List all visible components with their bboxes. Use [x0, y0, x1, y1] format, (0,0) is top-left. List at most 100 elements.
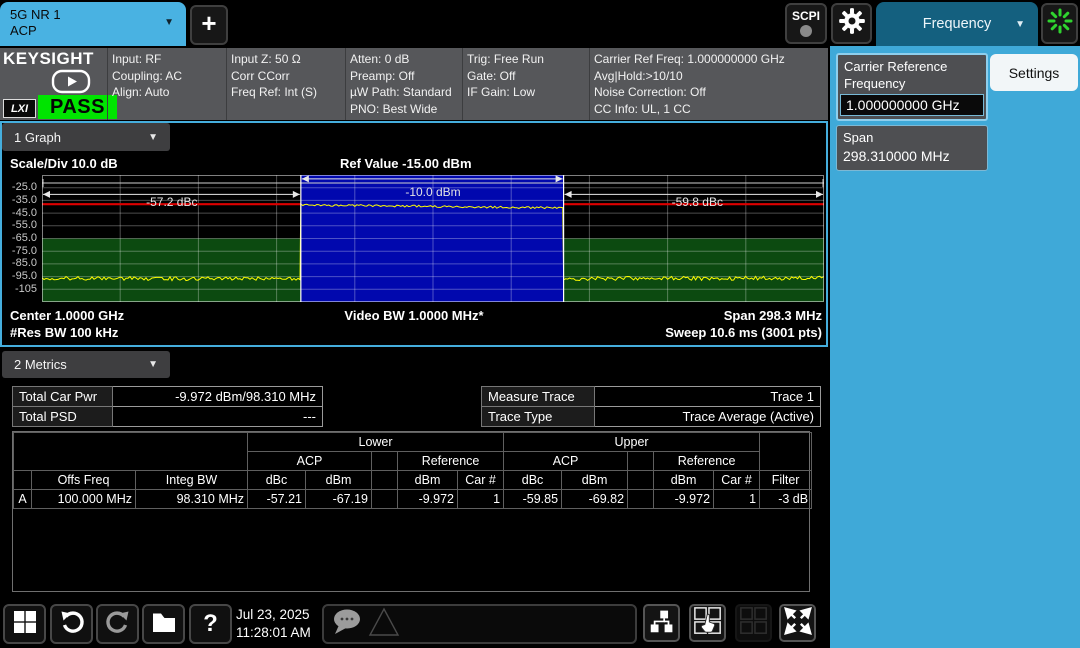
table-row: Total PSD ---	[13, 407, 323, 427]
fullscreen-button[interactable]	[779, 604, 816, 642]
file-open-button[interactable]	[142, 604, 185, 644]
lower-acp-dbm-value: -67.19	[306, 490, 372, 509]
redo-button[interactable]	[96, 604, 139, 644]
col-integ-bw: Integ BW	[136, 471, 248, 490]
metrics-selector-dropdown[interactable]: 2 Metrics ▼	[2, 351, 170, 378]
y-tick-label: -95.0	[12, 270, 37, 283]
status-col-carrier: Carrier Ref Freq: 1.000000000 GHzAvg|Hol…	[594, 51, 785, 117]
integ-bw-value: 98.310 MHz	[136, 490, 248, 509]
col-lower-ref-dbm: dBm	[398, 471, 458, 490]
measure-trace-label: Measure Trace	[482, 387, 595, 407]
status-col-trigger: Trig: Free RunGate: OffIF Gain: Low	[467, 51, 544, 101]
scpi-label: SCPI	[792, 10, 820, 23]
redo-icon	[105, 609, 131, 640]
upper-acp-dbc-value: -59.85	[504, 490, 562, 509]
col-offs-freq: Offs Freq	[32, 471, 136, 490]
windows-logo-icon	[13, 610, 37, 639]
chevron-down-icon: ▼	[1015, 19, 1025, 30]
ref-value-label: Ref Value -15.00 dBm	[340, 156, 472, 171]
col-filter: Filter	[760, 471, 812, 490]
folder-icon	[151, 609, 177, 640]
block-diagram-button[interactable]	[643, 604, 680, 642]
subheader-upper-reference: Reference	[654, 452, 760, 471]
col-upper-ref-car: Car #	[714, 471, 760, 490]
column-divider	[462, 48, 463, 120]
expand-arrows-icon	[783, 606, 813, 641]
trace-type-value: Trace Average (Active)	[595, 407, 821, 427]
window-select-button[interactable]	[689, 604, 726, 642]
busy-spinner-button[interactable]	[1041, 3, 1078, 44]
upper-ref-dbm-value: -9.972	[654, 490, 714, 509]
status-col-atten: Atten: 0 dBPreamp: OffµW Path: StandardP…	[350, 51, 452, 117]
undo-icon	[59, 609, 85, 640]
spectrum-plot[interactable]: -57.2 dBc-10.0 dBm-59.8 dBc	[42, 175, 824, 302]
col-upper-acp-dbc: dBc	[504, 471, 562, 490]
question-mark-icon: ?	[203, 610, 218, 638]
instrument-screen: 5G NR 1 ACP ▼ + SCPI Frequency ▼	[0, 0, 1080, 648]
trace-type-label: Trace Type	[482, 407, 595, 427]
chevron-down-icon: ▼	[148, 359, 158, 370]
col-lower-ref-car: Car #	[458, 471, 504, 490]
upper-ref-car-value: 1	[714, 490, 760, 509]
group-header-lower: Lower	[248, 433, 504, 452]
keysight-logo: KEYSIGHT	[3, 49, 94, 69]
y-tick-label: -65.0	[12, 232, 37, 245]
lower-ref-dbm-value: -9.972	[398, 490, 458, 509]
span-control[interactable]: Span 298.310000 MHz	[836, 125, 988, 171]
measurement-tab[interactable]: 5G NR 1 ACP ▼	[0, 2, 186, 46]
measurement-label: -57.2 dBc	[146, 195, 197, 209]
measurement-label: -10.0 dBm	[405, 185, 460, 199]
measurement-tab-subtitle: ACP	[10, 23, 176, 39]
gear-icon	[838, 7, 866, 40]
subheader-lower-acp: ACP	[248, 452, 372, 471]
total-car-pwr-label: Total Car Pwr	[13, 387, 113, 407]
y-tick-label: -85.0	[12, 257, 37, 270]
status-col-input: Input: RFCoupling: ACAlign: Auto	[112, 51, 182, 101]
column-divider	[226, 48, 227, 120]
alert-triangle-icon	[366, 605, 402, 644]
measure-trace-value: Trace 1	[595, 387, 821, 407]
menu-tab-frequency[interactable]: Frequency ▼	[876, 2, 1038, 46]
power-summary-table: Total Car Pwr -9.972 dBm/98.310 MHz Tota…	[12, 386, 323, 427]
message-bar[interactable]	[322, 604, 637, 644]
total-psd-value: ---	[113, 407, 323, 427]
carrier-ref-freq-value[interactable]: 1.000000000 GHz	[840, 94, 984, 116]
system-status-bar: KEYSIGHT LXI PASS Input: RFCoupling: ACA…	[0, 48, 828, 120]
help-button[interactable]: ?	[189, 604, 232, 644]
spinner-icon	[1046, 7, 1074, 40]
subheader-upper-acp: ACP	[504, 452, 628, 471]
scale-per-div-label: Scale/Div 10.0 dB	[10, 156, 118, 171]
col-lower-acp-dbm: dBm	[306, 471, 372, 490]
scpi-indicator-button[interactable]: SCPI	[785, 3, 827, 44]
grid-icon	[739, 606, 769, 641]
span-label: Span	[837, 126, 987, 148]
add-measurement-button[interactable]: +	[190, 5, 228, 45]
column-divider	[345, 48, 346, 120]
group-header-upper: Upper	[504, 433, 760, 452]
graph-selector-dropdown[interactable]: 1 Graph ▼	[2, 123, 170, 151]
tab-settings[interactable]: Settings	[990, 54, 1078, 91]
carrier-reference-frequency-control[interactable]: Carrier Reference Frequency 1.000000000 …	[836, 53, 988, 121]
lower-ref-car-value: 1	[458, 490, 504, 509]
lower-acp-dbc-value: -57.21	[248, 490, 306, 509]
table-row-groups: Lower Upper	[14, 433, 812, 452]
undo-button[interactable]	[50, 604, 93, 644]
y-tick-label: -35.0	[12, 194, 37, 207]
scpi-status-led	[800, 25, 812, 37]
table-row-columns: Offs Freq Integ BW dBc dBm dBm Car # dBc…	[14, 471, 812, 490]
system-settings-button[interactable]	[831, 3, 872, 44]
y-tick-label: -105	[15, 283, 37, 296]
col-upper-acp-dbm: dBm	[562, 471, 628, 490]
bottom-toolbar: ? Jul 23, 2025 11:28:01 AM	[0, 600, 828, 648]
acp-results-table: Lower Upper ACP Reference ACP Reference …	[13, 432, 812, 509]
chevron-down-icon: ▼	[148, 132, 158, 143]
y-tick-label: -55.0	[12, 219, 37, 232]
col-lower-acp-dbc: dBc	[248, 471, 306, 490]
windows-start-button[interactable]	[3, 604, 46, 644]
table-row: Trace Type Trace Average (Active)	[482, 407, 821, 427]
span-annotation: Span 298.3 MHz	[0, 308, 822, 323]
column-divider	[107, 48, 108, 120]
acp-results-frame: Lower Upper ACP Reference ACP Reference …	[12, 431, 810, 592]
span-value: 298.310000 MHz	[837, 148, 987, 170]
column-divider	[589, 48, 590, 120]
